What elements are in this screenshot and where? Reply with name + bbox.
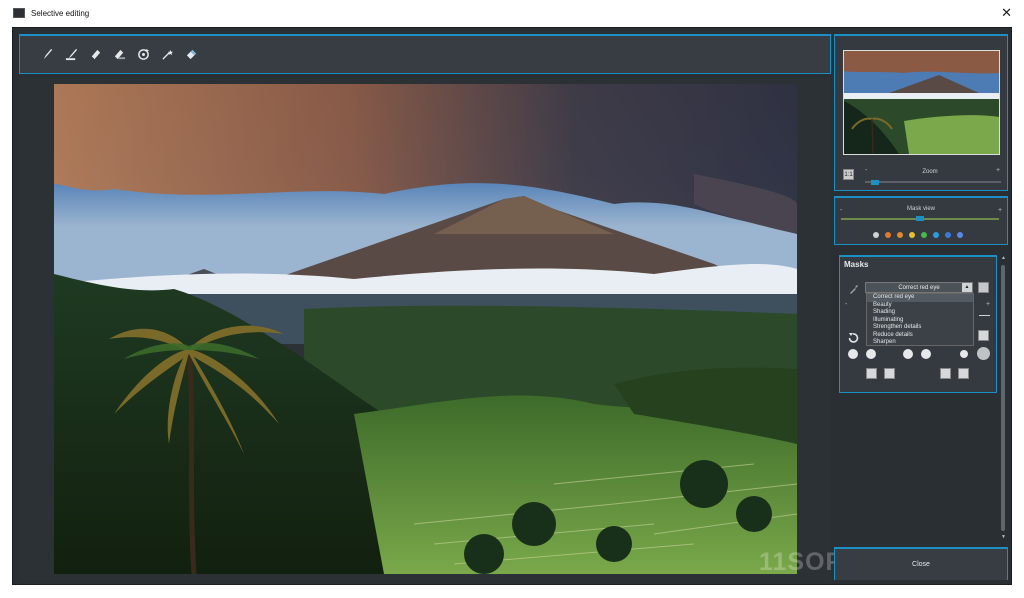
dropdown-option[interactable]: Correct red eye [867, 294, 973, 302]
dropdown-option[interactable]: Sharpen [867, 339, 973, 347]
masks-panel: Masks Correct red eye ▲ - + Correct red … [839, 255, 997, 393]
mask-divider [979, 315, 990, 316]
navigator-panel: 1:1 - Zoom + [834, 34, 1008, 191]
zoom-slider-thumb[interactable] [871, 180, 880, 185]
mask-view-label: Mask view [906, 206, 935, 212]
brush-size-icon-2[interactable] [866, 349, 876, 359]
mask-color-dot-6[interactable] [933, 232, 939, 238]
mask-type-selected: Correct red eye [898, 285, 940, 291]
zoom-slider-track[interactable] [865, 181, 1001, 183]
fit-zoom-button[interactable]: 1:1 [843, 169, 854, 180]
mask-plus[interactable]: + [986, 301, 990, 308]
brush-size-icon-1[interactable] [848, 349, 858, 359]
mask-view-plus[interactable]: + [998, 207, 1002, 214]
zoom-plus[interactable]: + [996, 167, 1000, 174]
brush-size-icon-3[interactable] [903, 349, 913, 359]
scroll-thumb[interactable] [1001, 265, 1005, 531]
tool-bar [19, 34, 831, 74]
dropdown-option[interactable]: Shading [867, 309, 973, 317]
navigator-thumbnail[interactable] [843, 50, 1000, 155]
mask-color-dot-5[interactable] [921, 232, 927, 238]
export-mask-icon[interactable] [958, 368, 969, 379]
mask-color-dots [873, 232, 963, 238]
trash-icon[interactable] [978, 282, 989, 293]
brush-hardness-icon[interactable] [960, 350, 968, 358]
dropdown-option[interactable]: Illuminating [867, 317, 973, 325]
title-bar: Selective editing ✕ [0, 0, 1024, 26]
pipette-icon[interactable] [848, 282, 859, 294]
mask-color-dot-4[interactable] [909, 232, 915, 238]
scroll-down-icon[interactable]: ▼ [1000, 534, 1007, 541]
zoom-minus[interactable]: - [865, 167, 867, 174]
invert-mask-icon[interactable] [884, 368, 895, 379]
mask-view-panel: - Mask view + [834, 196, 1008, 245]
mask-type-select[interactable]: Correct red eye ▲ [865, 282, 973, 293]
close-button[interactable]: Close [835, 549, 1007, 580]
selective-editing-window: Selective editing ✕ 1:1 - Zoom + - Mask … [0, 0, 1024, 598]
dropdown-option[interactable]: Reduce details [867, 332, 973, 340]
brush-size-icon-4[interactable] [921, 349, 931, 359]
mask-color-dot-1[interactable] [873, 232, 879, 238]
refresh-brush-icon[interactable] [136, 48, 150, 62]
mask-color-dot-7[interactable] [945, 232, 951, 238]
mask-color-dot-2[interactable] [885, 232, 891, 238]
load-mask-icon[interactable] [866, 368, 877, 379]
dropdown-option[interactable]: Beauty [867, 302, 973, 310]
image-canvas[interactable]: 11SOFTWARE.SHO [19, 78, 1001, 580]
undo-icon[interactable] [848, 330, 859, 343]
import-mask-icon[interactable] [940, 368, 951, 379]
mask-view-slider-thumb[interactable] [916, 216, 924, 221]
brush-softness-icon[interactable] [977, 347, 990, 360]
eraser-fill-icon[interactable] [112, 48, 126, 62]
wand-icon[interactable] [160, 48, 174, 62]
scroll-up-icon[interactable]: ▲ [1000, 255, 1007, 262]
panel-scrollbar[interactable]: ▲ ▼ [1000, 255, 1007, 541]
zoom-label: Zoom [922, 169, 938, 175]
client-area: 11SOFTWARE.SHO 1:1 - Zoom + [12, 27, 1012, 585]
close-panel: Close [834, 547, 1008, 580]
mask-color-dot-3[interactable] [897, 232, 903, 238]
chevron-up-icon[interactable]: ▲ [962, 283, 972, 292]
landscape-photo[interactable] [54, 84, 797, 574]
brush-icon[interactable] [40, 48, 54, 62]
edit-mask-icon[interactable] [978, 330, 989, 341]
clear-mask-icon[interactable] [184, 48, 198, 62]
window-title: Selective editing [31, 8, 90, 18]
mask-color-dot-8[interactable] [957, 232, 963, 238]
mask-view-minus[interactable]: - [840, 207, 842, 214]
app-icon [13, 8, 25, 18]
eraser-icon[interactable] [88, 48, 102, 62]
dropdown-option[interactable]: Strengthen details [867, 324, 973, 332]
brush-erase-icon[interactable] [64, 48, 78, 62]
mask-type-dropdown[interactable]: Correct red eye Beauty Shading Illuminat… [866, 293, 974, 346]
mask-minus[interactable]: - [845, 301, 847, 308]
masks-title: Masks [844, 260, 869, 269]
window-close-icon[interactable]: ✕ [1001, 6, 1012, 19]
